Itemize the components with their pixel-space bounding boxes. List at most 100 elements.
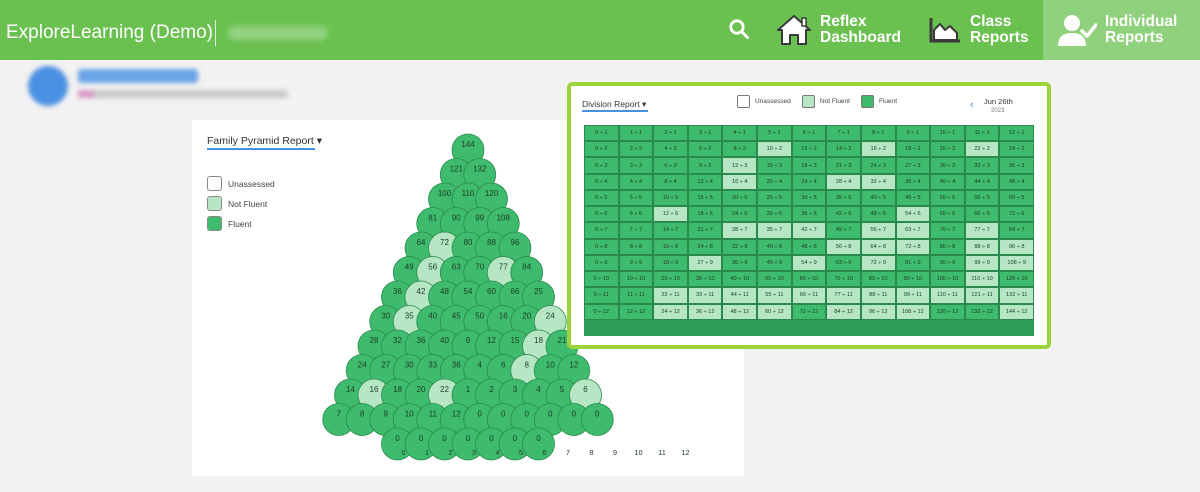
nav-reflex-dashboard[interactable]: Reflex Dashboard [776,0,901,60]
division-fact-cell[interactable]: 63 ÷ 7 [895,222,931,239]
division-fact-cell[interactable]: 40 ÷ 8 [757,238,792,255]
division-report-dropdown[interactable]: Division Report ▾ [582,99,646,110]
division-fact-cell[interactable]: 12 ÷ 2 [791,141,827,158]
division-fact-cell[interactable]: 120 ÷ 12 [930,303,965,320]
division-fact-cell[interactable]: 12 ÷ 3 [722,157,758,174]
division-fact-cell[interactable]: 7 ÷ 7 [618,222,654,239]
division-fact-cell[interactable]: 40 ÷ 5 [860,189,896,207]
division-fact-cell[interactable]: 0 ÷ 5 [584,189,619,207]
division-fact-cell[interactable]: 11 ÷ 11 [618,287,654,304]
division-fact-cell[interactable]: 21 ÷ 3 [826,157,861,174]
nav-class-reports[interactable]: Class Reports [928,0,1029,60]
division-fact-cell[interactable]: 6 ÷ 3 [653,157,688,174]
division-fact-cell[interactable]: 56 ÷ 7 [860,222,896,239]
division-fact-cell[interactable]: 70 ÷ 10 [826,271,861,288]
division-fact-cell[interactable]: 8 ÷ 8 [618,238,654,255]
division-fact-cell[interactable]: 24 ÷ 3 [860,157,896,174]
division-fact-cell[interactable]: 16 ÷ 4 [722,173,758,190]
division-fact-cell[interactable]: 16 ÷ 8 [653,238,688,255]
division-fact-cell[interactable]: 60 ÷ 12 [757,303,792,320]
division-fact-cell[interactable]: 108 ÷ 9 [999,254,1034,272]
nav-individual-reports[interactable]: Individual Reports [1043,0,1200,60]
division-fact-cell[interactable]: 10 ÷ 5 [653,189,688,207]
division-fact-cell[interactable]: 3 ÷ 1 [687,125,723,142]
division-fact-cell[interactable]: 3 ÷ 3 [618,157,654,174]
division-fact-cell[interactable]: 44 ÷ 4 [964,173,1000,190]
division-fact-cell[interactable]: 12 ÷ 6 [653,206,688,223]
division-fact-cell[interactable]: 132 ÷ 12 [964,303,1000,320]
division-fact-cell[interactable]: 70 ÷ 7 [930,222,965,239]
division-fact-cell[interactable]: 0 ÷ 4 [584,173,619,190]
division-fact-cell[interactable]: 88 ÷ 11 [860,287,896,304]
division-fact-cell[interactable]: 48 ÷ 6 [860,206,896,223]
division-fact-cell[interactable]: 55 ÷ 11 [757,287,792,304]
division-fact-cell[interactable]: 24 ÷ 8 [687,238,723,255]
division-fact-cell[interactable]: 0 ÷ 12 [584,303,619,320]
division-fact-cell[interactable]: 0 ÷ 9 [584,254,619,272]
division-fact-cell[interactable]: 36 ÷ 4 [895,173,931,190]
division-fact-cell[interactable]: 99 ÷ 9 [964,254,1000,272]
division-fact-cell[interactable]: 28 ÷ 4 [826,173,861,190]
chevron-left-icon[interactable]: ‹ [970,99,974,111]
division-fact-cell[interactable]: 18 ÷ 9 [653,254,688,272]
division-fact-cell[interactable]: 21 ÷ 7 [687,222,723,239]
division-fact-cell[interactable]: 72 ÷ 6 [999,206,1034,223]
division-fact-cell[interactable]: 72 ÷ 8 [895,238,931,255]
division-fact-cell[interactable]: 96 ÷ 8 [999,238,1034,255]
division-fact-cell[interactable]: 33 ÷ 11 [687,287,723,304]
division-fact-cell[interactable]: 9 ÷ 3 [687,157,723,174]
division-fact-cell[interactable]: 18 ÷ 2 [895,141,931,158]
division-fact-cell[interactable]: 20 ÷ 10 [653,271,688,288]
division-fact-cell[interactable]: 35 ÷ 5 [826,189,861,207]
division-fact-cell[interactable]: 60 ÷ 10 [791,271,827,288]
division-fact-cell[interactable]: 27 ÷ 9 [687,254,723,272]
division-fact-cell[interactable]: 35 ÷ 7 [757,222,792,239]
division-fact-cell[interactable]: 45 ÷ 5 [895,189,931,207]
division-fact-cell[interactable]: 49 ÷ 7 [826,222,861,239]
division-fact-cell[interactable]: 11 ÷ 1 [964,125,1000,142]
division-fact-cell[interactable]: 8 ÷ 4 [653,173,688,190]
division-fact-cell[interactable]: 64 ÷ 8 [860,238,896,255]
division-fact-cell[interactable]: 5 ÷ 1 [757,125,792,142]
division-fact-cell[interactable]: 50 ÷ 10 [757,271,792,288]
division-fact-cell[interactable]: 0 ÷ 3 [584,157,619,174]
division-fact-cell[interactable]: 12 ÷ 1 [999,125,1034,142]
division-fact-cell[interactable]: 22 ÷ 2 [964,141,1000,158]
division-fact-cell[interactable]: 48 ÷ 4 [999,173,1034,190]
division-fact-cell[interactable]: 84 ÷ 12 [826,303,861,320]
division-fact-cell[interactable]: 40 ÷ 10 [722,271,758,288]
division-fact-cell[interactable]: 110 ÷ 10 [964,271,1000,288]
division-fact-cell[interactable]: 4 ÷ 1 [722,125,758,142]
division-fact-cell[interactable]: 14 ÷ 7 [653,222,688,239]
division-fact-cell[interactable]: 132 ÷ 11 [999,287,1034,304]
division-fact-cell[interactable]: 45 ÷ 9 [757,254,792,272]
division-fact-cell[interactable]: 24 ÷ 12 [653,303,688,320]
division-fact-cell[interactable]: 50 ÷ 5 [930,189,965,207]
division-fact-cell[interactable]: 42 ÷ 7 [791,222,827,239]
division-fact-cell[interactable]: 36 ÷ 12 [687,303,723,320]
division-fact-cell[interactable]: 108 ÷ 12 [895,303,931,320]
division-fact-cell[interactable]: 36 ÷ 3 [999,157,1034,174]
division-fact-cell[interactable]: 6 ÷ 1 [791,125,827,142]
division-fact-cell[interactable]: 36 ÷ 6 [791,206,827,223]
division-fact-cell[interactable]: 54 ÷ 6 [895,206,931,223]
division-fact-cell[interactable]: 16 ÷ 2 [860,141,896,158]
division-fact-cell[interactable]: 0 ÷ 10 [584,271,619,288]
division-fact-cell[interactable]: 72 ÷ 9 [860,254,896,272]
division-fact-cell[interactable]: 2 ÷ 1 [653,125,688,142]
division-fact-cell[interactable]: 42 ÷ 6 [826,206,861,223]
division-fact-cell[interactable]: 2 ÷ 2 [618,141,654,158]
division-fact-cell[interactable]: 28 ÷ 7 [722,222,758,239]
division-fact-cell[interactable]: 33 ÷ 3 [964,157,1000,174]
division-fact-cell[interactable]: 48 ÷ 8 [791,238,827,255]
division-fact-cell[interactable]: 24 ÷ 2 [999,141,1034,158]
division-fact-cell[interactable]: 20 ÷ 4 [757,173,792,190]
division-fact-cell[interactable]: 90 ÷ 9 [930,254,965,272]
division-fact-cell[interactable]: 1 ÷ 1 [618,125,654,142]
division-fact-cell[interactable]: 66 ÷ 11 [791,287,827,304]
division-fact-cell[interactable]: 100 ÷ 10 [930,271,965,288]
division-fact-cell[interactable]: 6 ÷ 2 [687,141,723,158]
division-fact-cell[interactable]: 25 ÷ 5 [757,189,792,207]
division-fact-cell[interactable]: 18 ÷ 6 [687,206,723,223]
division-fact-cell[interactable]: 12 ÷ 12 [618,303,654,320]
